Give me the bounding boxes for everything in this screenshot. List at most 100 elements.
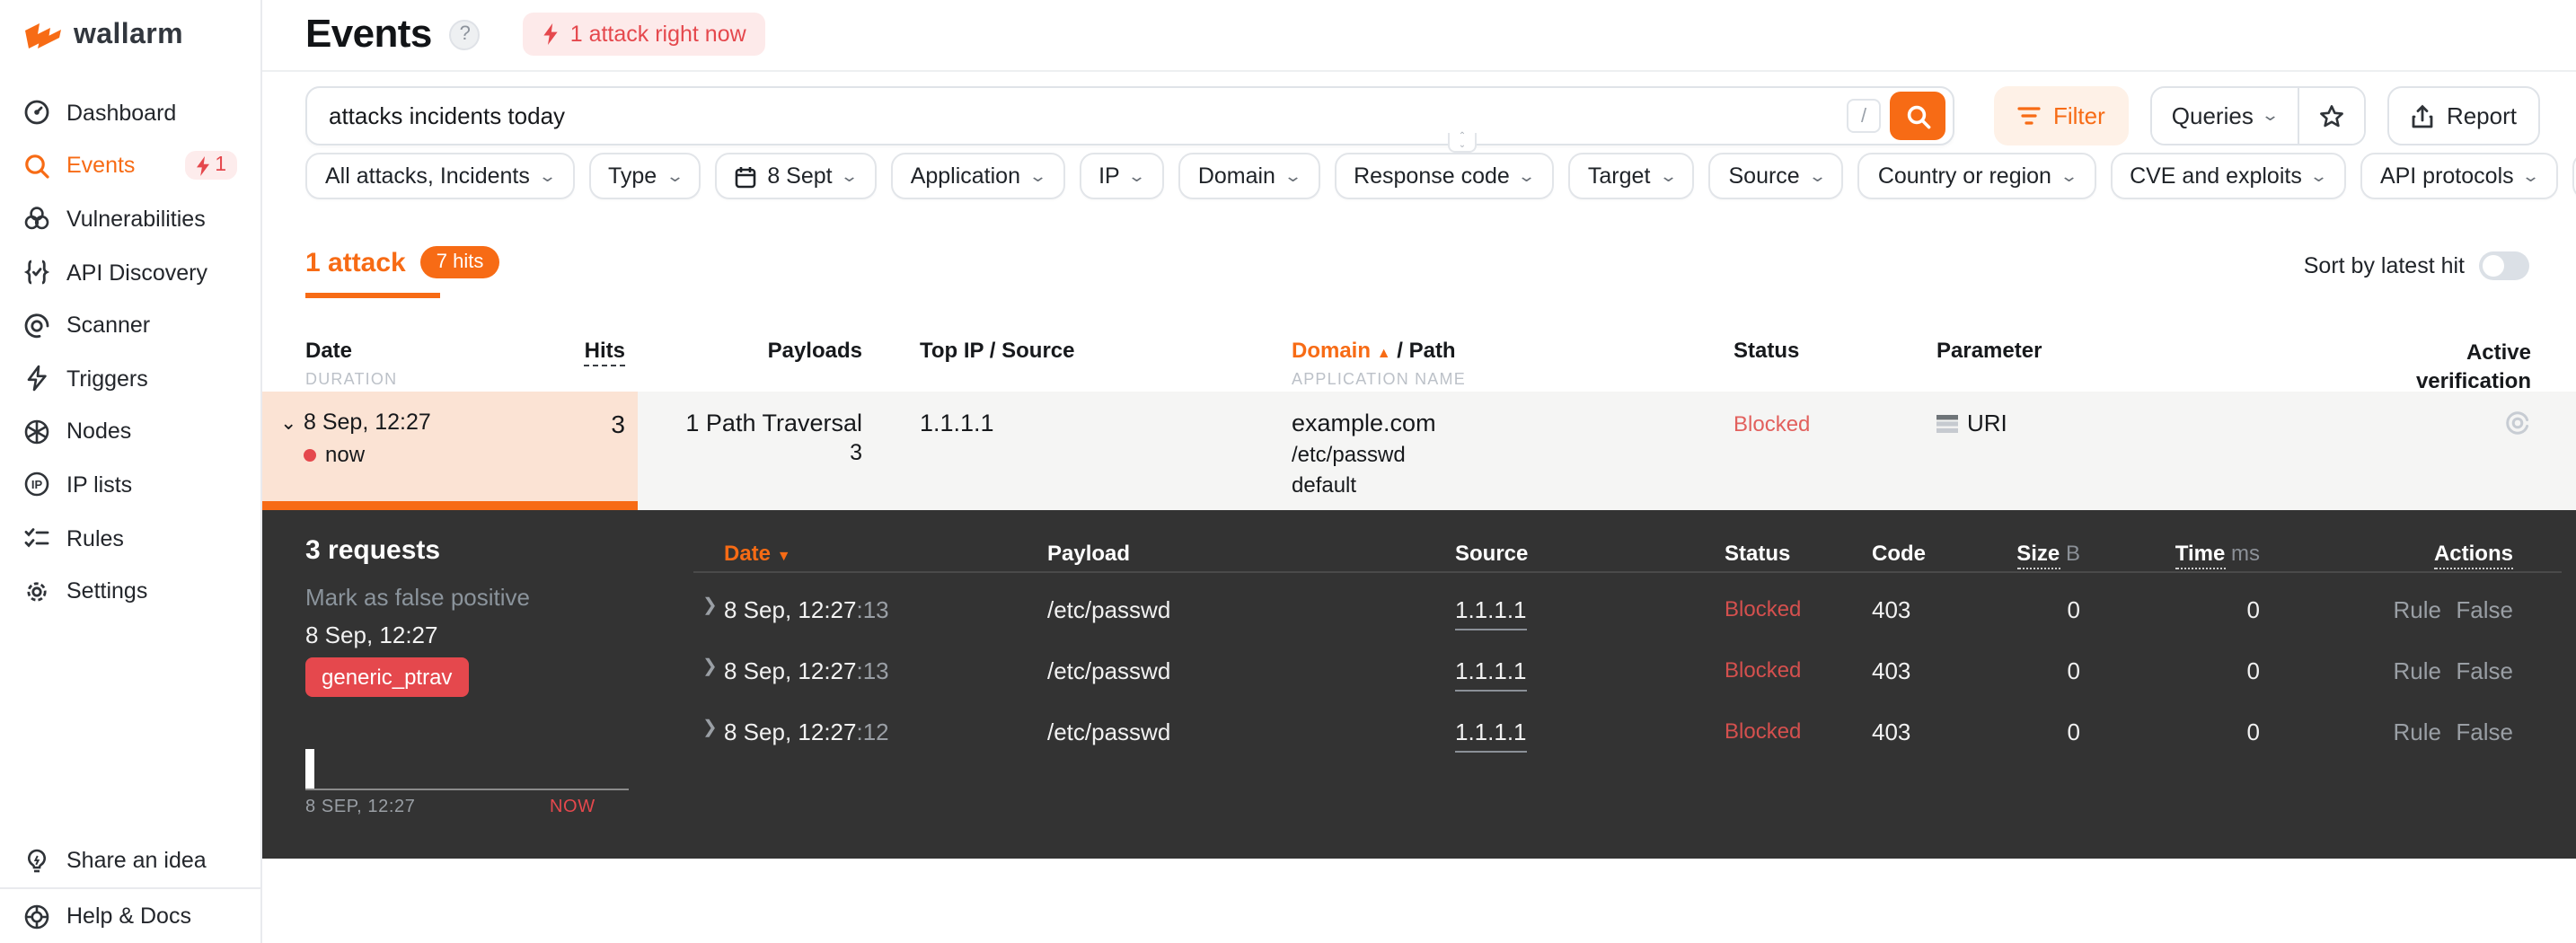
requests-count-title: 3 requests [305, 535, 441, 566]
row-expand-chevron[interactable]: ❯ [702, 657, 718, 677]
attack-count-tab[interactable]: 1 attack [305, 247, 406, 278]
search-collapse-handle[interactable]: ⌃ ⌄ [1448, 132, 1477, 153]
attack-date: 8 Sep, 12:27 [304, 410, 431, 435]
filter-icon [2017, 107, 2041, 125]
request-action-rule[interactable]: Rule [2333, 596, 2442, 623]
row-expander-chevron[interactable]: ⌄ [280, 411, 296, 435]
sidebar: wallarm Dashboard Events 1 Vulnerabiliti… [0, 0, 262, 943]
queries-button[interactable]: Queries ⌄ [2151, 88, 2298, 144]
sidebar-item-settings[interactable]: Settings [0, 565, 260, 618]
request-row[interactable]: ❯ 8 Sep, 12:27:12 /etc/passwd 1.1.1.1 Bl… [262, 711, 2576, 758]
wallarm-console: wallarm Dashboard Events 1 Vulnerabiliti… [0, 0, 2576, 943]
trigger-lightning-icon [27, 366, 47, 392]
chevron-down-icon: ⌄ [1807, 166, 1827, 184]
sidebar-item-api-discovery[interactable]: API Discovery [0, 246, 260, 299]
request-row[interactable]: ❯ 8 Sep, 12:27:13 /etc/passwd 1.1.1.1 Bl… [262, 589, 2576, 636]
request-code: 403 [1872, 718, 1911, 745]
chip-api-protocols[interactable]: API protocols ⌄ [2360, 153, 2558, 199]
chip-type[interactable]: Type ⌄ [588, 153, 701, 199]
row-expand-chevron[interactable]: ❯ [702, 596, 718, 616]
attack-payload-type[interactable]: 1 Path Traversal [683, 410, 862, 436]
parameter-bars-icon [1936, 414, 1958, 432]
chevron-down-icon: ⌄ [1028, 166, 1048, 184]
request-row[interactable]: ❯ 8 Sep, 12:27:13 /etc/passwd 1.1.1.1 Bl… [262, 650, 2576, 697]
page-header: Events ? 1 attack right now [305, 11, 766, 57]
request-action-rule[interactable]: Rule [2333, 657, 2442, 684]
help-icon[interactable]: ? [449, 19, 481, 49]
chip-authentication[interactable]: Authentication⌄ [2572, 153, 2576, 199]
attack-domain[interactable]: example.com [1292, 410, 1436, 436]
svg-text:IP: IP [31, 479, 43, 492]
request-date: 8 Sep, 12:27:12 [724, 718, 889, 745]
chip-application[interactable]: Application ⌄ [890, 153, 1065, 199]
sidebar-item-label: Nodes [66, 419, 132, 445]
chip-domain[interactable]: Domain ⌄ [1178, 153, 1320, 199]
share-an-idea-button[interactable]: Share an idea [0, 833, 260, 887]
request-source[interactable]: 1.1.1.1 [1455, 596, 1527, 630]
ip-icon: IP [24, 472, 49, 498]
attack-right-now-badge[interactable]: 1 attack right now [523, 13, 766, 56]
request-action-false[interactable]: False [2452, 718, 2513, 745]
star-icon [2320, 104, 2343, 127]
sidebar-item-dashboard[interactable]: Dashboard [0, 86, 260, 139]
chip-target[interactable]: Target ⌄ [1567, 153, 1695, 199]
request-action-rule[interactable]: Rule [2333, 718, 2442, 745]
chip-cve[interactable]: CVE and exploits ⌄ [2110, 153, 2346, 199]
wallarm-logo-icon [25, 23, 61, 48]
chip-attack-type[interactable]: All attacks, Incidents ⌄ [305, 153, 574, 199]
col-status: Status [1725, 541, 1791, 566]
chip-country[interactable]: Country or region ⌄ [1857, 153, 2096, 199]
chip-response-code[interactable]: Response code ⌄ [1334, 153, 1554, 199]
chip-ip[interactable]: IP ⌄ [1079, 153, 1164, 199]
events-attack-badge: 1 [184, 151, 237, 181]
chip-source[interactable]: Source ⌄ [1708, 153, 1844, 199]
sidebar-item-label: API Discovery [66, 260, 207, 286]
help-docs-button[interactable]: Help & Docs [0, 889, 260, 943]
col-size[interactable]: Size B [1951, 541, 2080, 569]
request-source[interactable]: 1.1.1.1 [1455, 657, 1527, 692]
favorite-query-button[interactable] [2297, 88, 2364, 144]
request-action-false[interactable]: False [2452, 657, 2513, 684]
request-source[interactable]: 1.1.1.1 [1455, 718, 1527, 753]
sort-asc-icon: ▲ [1376, 345, 1391, 361]
sidebar-item-events[interactable]: Events 1 [0, 139, 260, 192]
chevron-down-icon: ⌄ [2309, 166, 2329, 184]
request-status: Blocked [1725, 657, 1802, 683]
search-input[interactable] [329, 102, 1847, 129]
rules-checklist-icon [24, 528, 49, 548]
search-button[interactable] [1890, 92, 1945, 140]
request-payload: /etc/passwd [1047, 596, 1171, 623]
sidebar-item-label: Events [66, 153, 136, 179]
col-code: Code [1872, 541, 1926, 566]
brand-name: wallarm [74, 20, 183, 50]
col-hits[interactable]: Hits [535, 338, 625, 366]
col-actions[interactable]: Actions [2333, 541, 2513, 569]
active-verification-icon[interactable] [2504, 410, 2531, 436]
sort-toggle[interactable] [2479, 251, 2529, 280]
request-action-false[interactable]: False [2452, 596, 2513, 623]
attack-top-ip[interactable]: 1.1.1.1 [920, 410, 994, 436]
sidebar-item-nodes[interactable]: Nodes [0, 405, 260, 458]
col-time[interactable]: Time ms [2113, 541, 2260, 569]
attack-details-panel: 3 requests Mark as false positive 8 Sep,… [262, 510, 2576, 859]
sidebar-item-vulnerabilities[interactable]: Vulnerabilities [0, 192, 260, 245]
sidebar-item-triggers[interactable]: Triggers [0, 352, 260, 405]
attack-row-expanded[interactable]: ⌄ 8 Sep, 12:27 now 3 1 Path Traversal 3 … [262, 392, 2576, 510]
report-button[interactable]: Report [2386, 86, 2540, 145]
col-domain-path[interactable]: Domain ▲ / Path APPLICATION NAME [1292, 338, 1466, 388]
sidebar-item-scanner[interactable]: Scanner [0, 299, 260, 352]
nodes-icon [24, 419, 49, 445]
chevron-down-icon: ⌄ [840, 166, 860, 184]
events-table-header: Date DURATION Hits Payloads Top IP / Sou… [262, 338, 2576, 393]
attack-hits: 3 [611, 410, 625, 438]
sidebar-item-ip-lists[interactable]: IP IP lists [0, 458, 260, 511]
sidebar-footer: Share an idea Help & Docs [0, 833, 260, 943]
search-toolbar-row: / Filter Queries ⌄ [305, 86, 2540, 145]
col-date[interactable]: Date ▼ [724, 541, 791, 566]
filter-button[interactable]: Filter [1994, 86, 2129, 145]
sidebar-item-label: Share an idea [66, 848, 207, 873]
chip-date[interactable]: 8 Sept ⌄ [715, 153, 877, 199]
row-expand-chevron[interactable]: ❯ [702, 718, 718, 738]
wallarm-logo[interactable]: wallarm [23, 20, 183, 52]
sidebar-item-rules[interactable]: Rules [0, 512, 260, 565]
